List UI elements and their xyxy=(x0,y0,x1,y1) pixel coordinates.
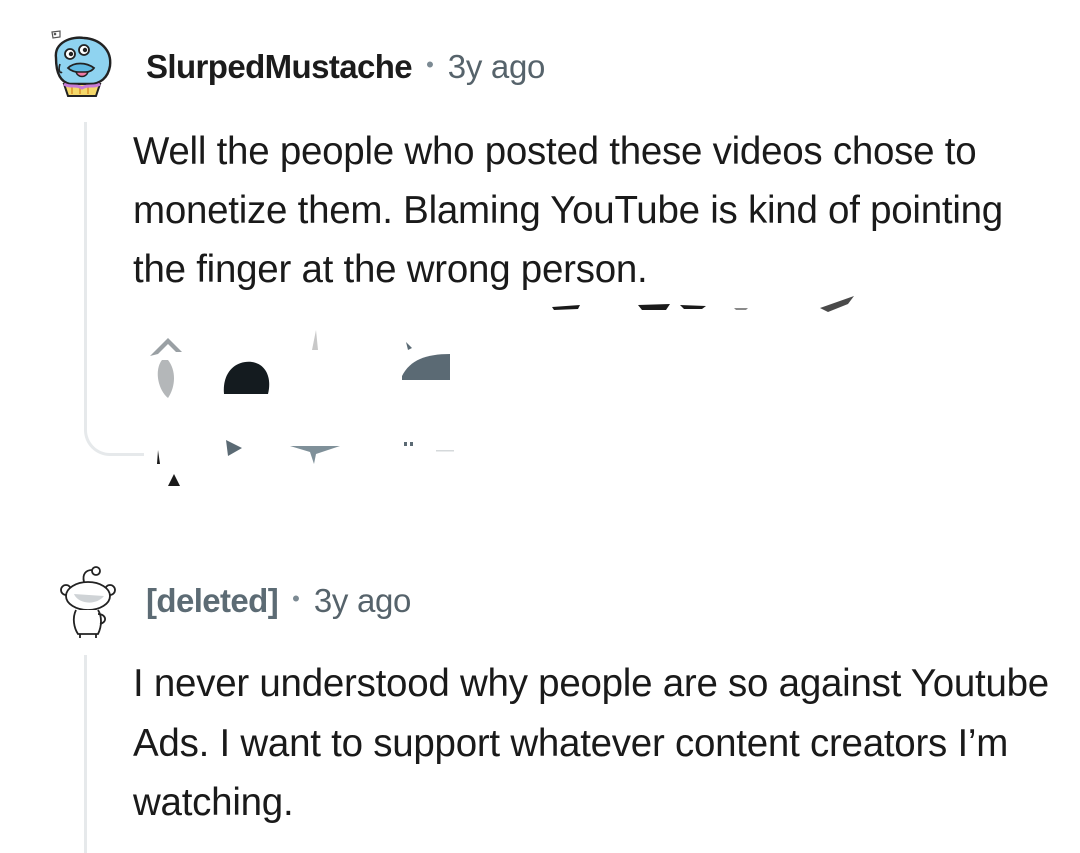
author-name[interactable]: SlurpedMustache xyxy=(146,48,413,86)
meta-separator: • xyxy=(292,586,300,611)
user-avatar[interactable] xyxy=(46,28,118,102)
glitch-fragment xyxy=(680,305,706,309)
snoo-avatar-icon xyxy=(60,566,116,638)
glitch-fragment xyxy=(436,450,454,452)
glitch-fragment xyxy=(404,442,407,446)
user-avatar[interactable] xyxy=(56,564,122,640)
glitch-fragment xyxy=(290,446,340,464)
blue-blob-avatar-icon xyxy=(51,30,112,97)
glitch-fragment xyxy=(552,305,580,310)
glitch-fragment xyxy=(820,296,854,312)
glitch-fragment xyxy=(406,342,412,350)
reply-icon[interactable] xyxy=(402,354,450,380)
comment-header: SlurpedMustache • 3y ago xyxy=(146,44,545,90)
thread-line[interactable] xyxy=(84,655,87,853)
comment-body: Well the people who posted these videos … xyxy=(133,130,1003,291)
glitch-fragment xyxy=(312,330,318,350)
comment-body: I never understood why people are so aga… xyxy=(133,662,1049,824)
glitch-fragment xyxy=(638,304,670,310)
author-name: [deleted] xyxy=(146,582,279,619)
glitch-fragment xyxy=(734,308,748,310)
glitch-fragment xyxy=(168,474,180,486)
vote-count-fragment xyxy=(223,361,270,394)
glitch-fragment xyxy=(226,440,242,456)
glitch-fragment xyxy=(157,450,160,464)
upvote-icon[interactable] xyxy=(150,338,182,398)
comment-age: 3y ago xyxy=(313,582,412,619)
glitched-action-bar xyxy=(150,296,854,486)
comment-actions xyxy=(140,290,900,500)
glitch-fragment xyxy=(410,442,413,446)
comment-header: [deleted] • 3y ago xyxy=(146,578,411,624)
meta-separator: • xyxy=(426,52,434,77)
comment-age: 3y ago xyxy=(447,48,546,85)
